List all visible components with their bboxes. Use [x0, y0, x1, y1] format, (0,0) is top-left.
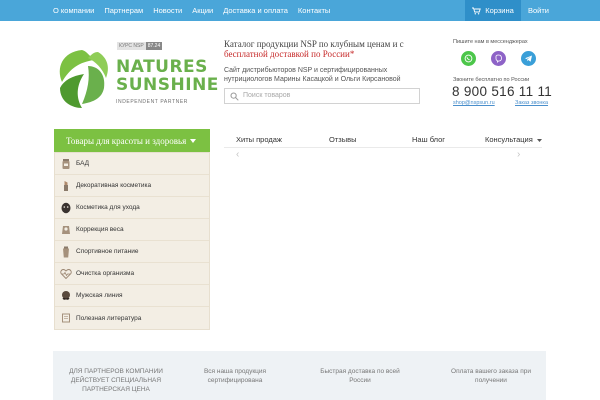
sidebar-item-weight[interactable]: Коррекция веса — [55, 219, 209, 241]
sidebar-title: Товары для красоты и здоровья — [66, 135, 187, 146]
whatsapp-button[interactable] — [461, 51, 476, 66]
search-input[interactable]: Поиск товаров — [224, 88, 420, 104]
login-label: Войти — [528, 6, 549, 15]
search-placeholder: Поиск товаров — [243, 92, 291, 99]
nsp-rate-badge: КУРС NSP 87.24 — [117, 42, 163, 50]
free-call-title: Звоните бесплатно по России — [453, 77, 530, 83]
content-tabs: Хиты продаж Отзывы Наш блог Консультация — [224, 129, 542, 159]
cart-label: Корзина — [485, 6, 514, 15]
scale-icon — [60, 224, 72, 236]
top-nav-links: О компании Партнерам Новости Акции Доста… — [53, 0, 330, 21]
sidebar-item-label: Косметика для ухода — [76, 204, 140, 211]
carousel-prev-icon[interactable]: ‹ — [236, 149, 239, 160]
catalog-headline: Каталог продукции NSP по клубным ценам и… — [224, 39, 424, 59]
chevron-down-icon — [536, 138, 542, 142]
feature-payment: Оплата вашего заказа при получении — [451, 368, 531, 384]
sidebar-item-books[interactable]: Полезная литература — [55, 307, 209, 329]
telegram-button[interactable] — [521, 51, 536, 66]
sidebar-item-sport[interactable]: Спортивное питание — [55, 241, 209, 263]
tab-consultation[interactable]: Консультация — [485, 135, 542, 144]
mustache-icon — [60, 290, 72, 302]
tab-blog[interactable]: Наш блог — [412, 135, 445, 144]
rate-label: КУРС NSP — [117, 42, 146, 50]
tabs-divider — [224, 147, 542, 148]
search-icon — [230, 92, 239, 101]
carousel-next-icon[interactable]: › — [517, 149, 520, 160]
feature-partner-price: ДЛЯ ПАРТНЕРОВ КОМПАНИИ ДЕЙСТВУЕТ СПЕЦИАЛ… — [69, 368, 163, 393]
lipstick-icon — [60, 180, 72, 192]
cart-button[interactable]: Корзина — [465, 0, 521, 21]
cart-icon — [472, 7, 482, 14]
sidebar-item-label: Коррекция веса — [76, 226, 124, 233]
nav-link-promos[interactable]: Акции — [192, 6, 213, 15]
pill-bottle-icon — [60, 158, 72, 170]
nav-link-contacts[interactable]: Контакты — [298, 6, 330, 15]
sidebar-item-supplements[interactable]: БАД — [55, 153, 209, 175]
sidebar-item-label: БАД — [76, 160, 90, 167]
nav-link-news[interactable]: Новости — [153, 6, 182, 15]
distributor-text: Сайт дистрибьюторов NSP и сертифицирован… — [224, 67, 401, 83]
face-mask-icon — [60, 202, 72, 214]
viber-button[interactable] — [491, 51, 506, 66]
catalog-line1: Каталог продукции NSP по клубным ценам и… — [224, 39, 404, 49]
feature-certified: Вся наша продукция сертифицирована — [203, 368, 267, 384]
sidebar-item-label: Спортивное питание — [76, 248, 139, 255]
email-link[interactable]: shop@nspsun.ru — [453, 100, 495, 106]
viber-icon — [495, 54, 502, 63]
login-link[interactable]: Войти — [528, 0, 549, 21]
catalog-line2: бесплатной доставкой по России* — [224, 49, 355, 59]
leaf-logo-icon — [59, 50, 108, 108]
nav-link-delivery[interactable]: Доставка и оплата — [223, 6, 288, 15]
messengers-title: Пишите нам в мессенджерах — [453, 39, 528, 45]
sidebar-item-men[interactable]: Мужская линия — [55, 285, 209, 307]
logo-wordmark: NATURES SUNSHINE — [116, 58, 219, 94]
logo[interactable]: NATURES SUNSHINE INDEPENDENT PARTNER — [54, 46, 218, 110]
nav-link-about[interactable]: О компании — [53, 6, 94, 15]
nav-link-partners[interactable]: Партнерам — [104, 6, 143, 15]
sidebar-item-makeup[interactable]: Декоративная косметика — [55, 175, 209, 197]
sidebar-header[interactable]: Товары для красоты и здоровья — [54, 129, 210, 152]
sidebar-item-label: Полезная литература — [76, 314, 142, 322]
sidebar-item-detox[interactable]: Очистка организма — [55, 263, 209, 285]
top-nav: О компании Партнерам Новости Акции Доста… — [0, 0, 600, 21]
logo-line1: NATURES — [116, 57, 208, 77]
telegram-icon — [525, 55, 532, 62]
book-icon — [60, 312, 72, 324]
sidebar-item-label: Декоративная косметика — [76, 182, 152, 189]
phone-number[interactable]: 8 900 516 11 11 — [452, 84, 552, 99]
sidebar-item-label: Мужская линия — [76, 292, 123, 299]
sidebar: БАД Декоративная косметика Косметика для… — [54, 152, 210, 330]
whatsapp-icon — [464, 54, 473, 63]
logo-line2: SUNSHINE — [116, 75, 219, 95]
chevron-down-icon — [190, 138, 197, 143]
tab-consultation-label: Консультация — [485, 135, 533, 144]
tab-reviews[interactable]: Отзывы — [329, 135, 356, 144]
callback-link[interactable]: Заказ звонка — [515, 100, 548, 106]
sidebar-item-label: Очистка организма — [76, 270, 135, 277]
shaker-icon — [60, 246, 72, 258]
sidebar-item-skincare[interactable]: Косметика для ухода — [55, 197, 209, 219]
tab-bestsellers[interactable]: Хиты продаж — [236, 135, 282, 144]
logo-subtitle: INDEPENDENT PARTNER — [116, 99, 188, 105]
heartbeat-icon — [60, 268, 72, 280]
rate-value: 87.24 — [145, 42, 163, 50]
feature-fast-delivery: Быстрая доставка по всей России — [320, 368, 400, 384]
